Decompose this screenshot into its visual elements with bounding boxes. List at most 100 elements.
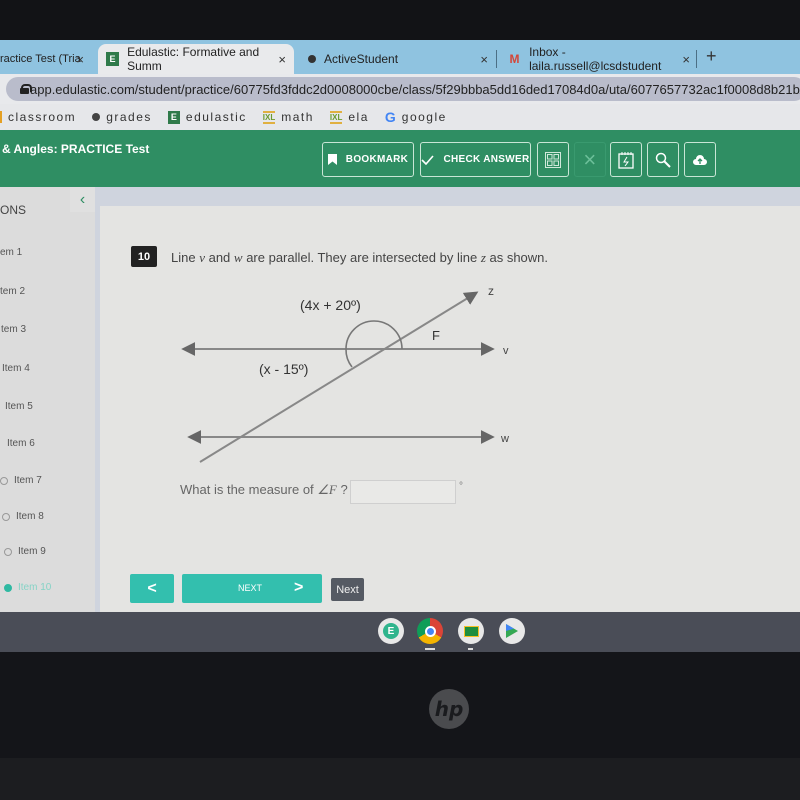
sidebar-item-1[interactable]: em 1 <box>0 247 22 258</box>
sidebar-heading: ONS <box>0 203 27 217</box>
sidebar-item-label: Item 9 <box>18 546 46 557</box>
sidebar-item-label: Item 5 <box>5 401 33 412</box>
magnifier-icon <box>655 152 671 168</box>
sidebar-item-label: Item 4 <box>2 363 30 374</box>
bookmark-label: BOOKMARK <box>345 154 409 165</box>
parallel-lines-diagram: (4x + 20º) (x - 15º) F z v w <box>181 284 509 463</box>
close-tab-icon[interactable]: × <box>76 52 84 67</box>
cloud-upload-icon <box>693 154 707 165</box>
close-tab-icon[interactable]: × <box>480 52 488 67</box>
collapse-sidebar-button[interactable]: ‹ <box>70 187 95 212</box>
sidebar-item-label: Item 8 <box>16 511 44 522</box>
question-sidebar: ONS em 1 tem 2 tem 3 Item 4 Item 5 Item … <box>0 187 95 652</box>
screen: ractice Test (Tria × E Edulastic: Format… <box>0 40 800 652</box>
previous-button[interactable]: < <box>130 574 174 603</box>
address-bar[interactable]: app.edulastic.com/student/practice/60775… <box>6 77 800 101</box>
tab-title: ractice Test (Tria <box>0 53 81 65</box>
app-header: & Angles: PRACTICE Test BOOKMARK CHECK A… <box>0 130 800 187</box>
sidebar-item-label: Item 7 <box>14 475 42 486</box>
bookmark-icon <box>327 154 337 165</box>
stem-text: and <box>204 250 234 265</box>
calculator-icon <box>545 151 561 168</box>
question-stem: Line v and w are parallel. They are inte… <box>171 250 548 266</box>
sidebar-item-3[interactable]: tem 3 <box>1 324 26 335</box>
angle-bottom-label: (x - 15º) <box>259 361 308 377</box>
magnifier-button[interactable] <box>647 142 679 177</box>
sidebar-item-4[interactable]: Item 4 <box>2 363 30 374</box>
sidebar-item-6[interactable]: Item 6 <box>7 438 35 449</box>
activestudent-favicon-icon <box>308 55 316 63</box>
bookmark-button[interactable]: BOOKMARK <box>322 142 414 177</box>
close-tab-icon[interactable]: × <box>278 52 286 67</box>
tab-separator <box>696 50 697 68</box>
chevron-right-icon: > <box>294 579 304 596</box>
sidebar-item-2[interactable]: tem 2 <box>0 286 25 297</box>
classroom-icon <box>0 111 2 123</box>
check-answer-label: CHECK ANSWER <box>443 154 530 165</box>
sidebar-item-label: em 1 <box>0 247 23 258</box>
bookmark-grades[interactable]: grades <box>92 110 152 124</box>
close-x-icon: × <box>583 146 597 172</box>
sidebar-item-5[interactable]: Item 5 <box>5 401 33 412</box>
tab-edulastic[interactable]: E Edulastic: Formative and Summ × <box>98 44 294 74</box>
stem-text: are parallel. They are intersected by li… <box>242 250 481 265</box>
bookmarks-bar: classroom grades E edulastic IXL math IX… <box>0 104 800 130</box>
calculator-button[interactable] <box>537 142 569 177</box>
question-number: 10 <box>131 246 157 267</box>
sidebar-item-label: Item 6 <box>7 438 35 449</box>
bookmark-classroom[interactable]: classroom <box>0 110 76 124</box>
line-v-label: v <box>503 345 509 357</box>
eliminator-button[interactable]: × <box>574 142 606 177</box>
sidebar-item-7[interactable]: Item 7 <box>0 475 42 486</box>
sidebar-item-label: Item 10 <box>18 582 52 593</box>
next-button[interactable]: NEXT > <box>182 574 322 603</box>
bookmark-label: grades <box>106 110 152 124</box>
activestudent-icon <box>92 113 101 121</box>
bookmark-ela[interactable]: IXL ela <box>329 110 369 124</box>
bookmark-google[interactable]: G google <box>385 109 447 125</box>
new-tab-button[interactable]: + <box>706 46 717 67</box>
google-icon: G <box>384 109 396 125</box>
status-dot-icon <box>0 476 8 485</box>
sidebar-item-10[interactable]: Item 10 <box>4 582 52 593</box>
bookmark-edulastic[interactable]: E edulastic <box>167 110 247 124</box>
bookmark-math[interactable]: IXL math <box>262 110 314 124</box>
sidebar-item-9[interactable]: Item 9 <box>4 546 46 557</box>
chevron-left-icon: ‹ <box>79 190 86 208</box>
bookmark-label: math <box>281 110 314 124</box>
hp-logo: hp <box>429 689 469 729</box>
degree-unit: ° <box>459 481 463 492</box>
edulastic-icon: E <box>167 110 180 124</box>
tab-practice-test[interactable]: ractice Test (Tria × <box>0 44 92 74</box>
tab-strip: ractice Test (Tria × E Edulastic: Format… <box>0 40 800 74</box>
classroom-app-icon[interactable] <box>458 618 484 644</box>
tab-activestudent[interactable]: ActiveStudent × <box>300 44 496 74</box>
play-store-app-icon[interactable] <box>499 618 525 644</box>
check-answer-button[interactable]: CHECK ANSWER <box>420 142 531 177</box>
laptop-hinge <box>0 758 800 800</box>
assessment-title: & Angles: PRACTICE Test <box>2 142 150 156</box>
close-tab-icon[interactable]: × <box>682 52 690 67</box>
angle-f-symbol: ∠F <box>317 482 337 497</box>
ixl-icon: IXL <box>329 110 343 124</box>
tab-title: Edulastic: Formative and Summ <box>127 45 260 73</box>
chevron-left-icon: < <box>147 579 157 597</box>
status-dot-icon <box>4 583 12 592</box>
bookmark-label: edulastic <box>185 110 247 124</box>
edulastic-favicon-icon: E <box>106 52 120 66</box>
sidebar-item-8[interactable]: Item 8 <box>2 511 44 522</box>
gmail-icon: M <box>509 52 520 66</box>
scratchpad-button[interactable] <box>610 142 642 177</box>
edulastic-app-icon[interactable]: E <box>378 618 404 644</box>
status-dot-icon <box>4 547 12 556</box>
checkmark-icon <box>421 154 435 165</box>
save-upload-button[interactable] <box>684 142 716 177</box>
ixl-icon: IXL <box>262 110 276 124</box>
answer-input[interactable] <box>350 480 456 504</box>
bookmark-label: classroom <box>8 110 77 124</box>
status-dot-icon <box>2 512 10 521</box>
chrome-app-icon[interactable] <box>417 618 443 644</box>
tab-separator <box>496 50 497 68</box>
question-prompt: What is the measure of ∠F ? <box>180 482 348 498</box>
tab-gmail[interactable]: M Inbox - laila.russell@lcsdstudent × <box>500 44 698 74</box>
